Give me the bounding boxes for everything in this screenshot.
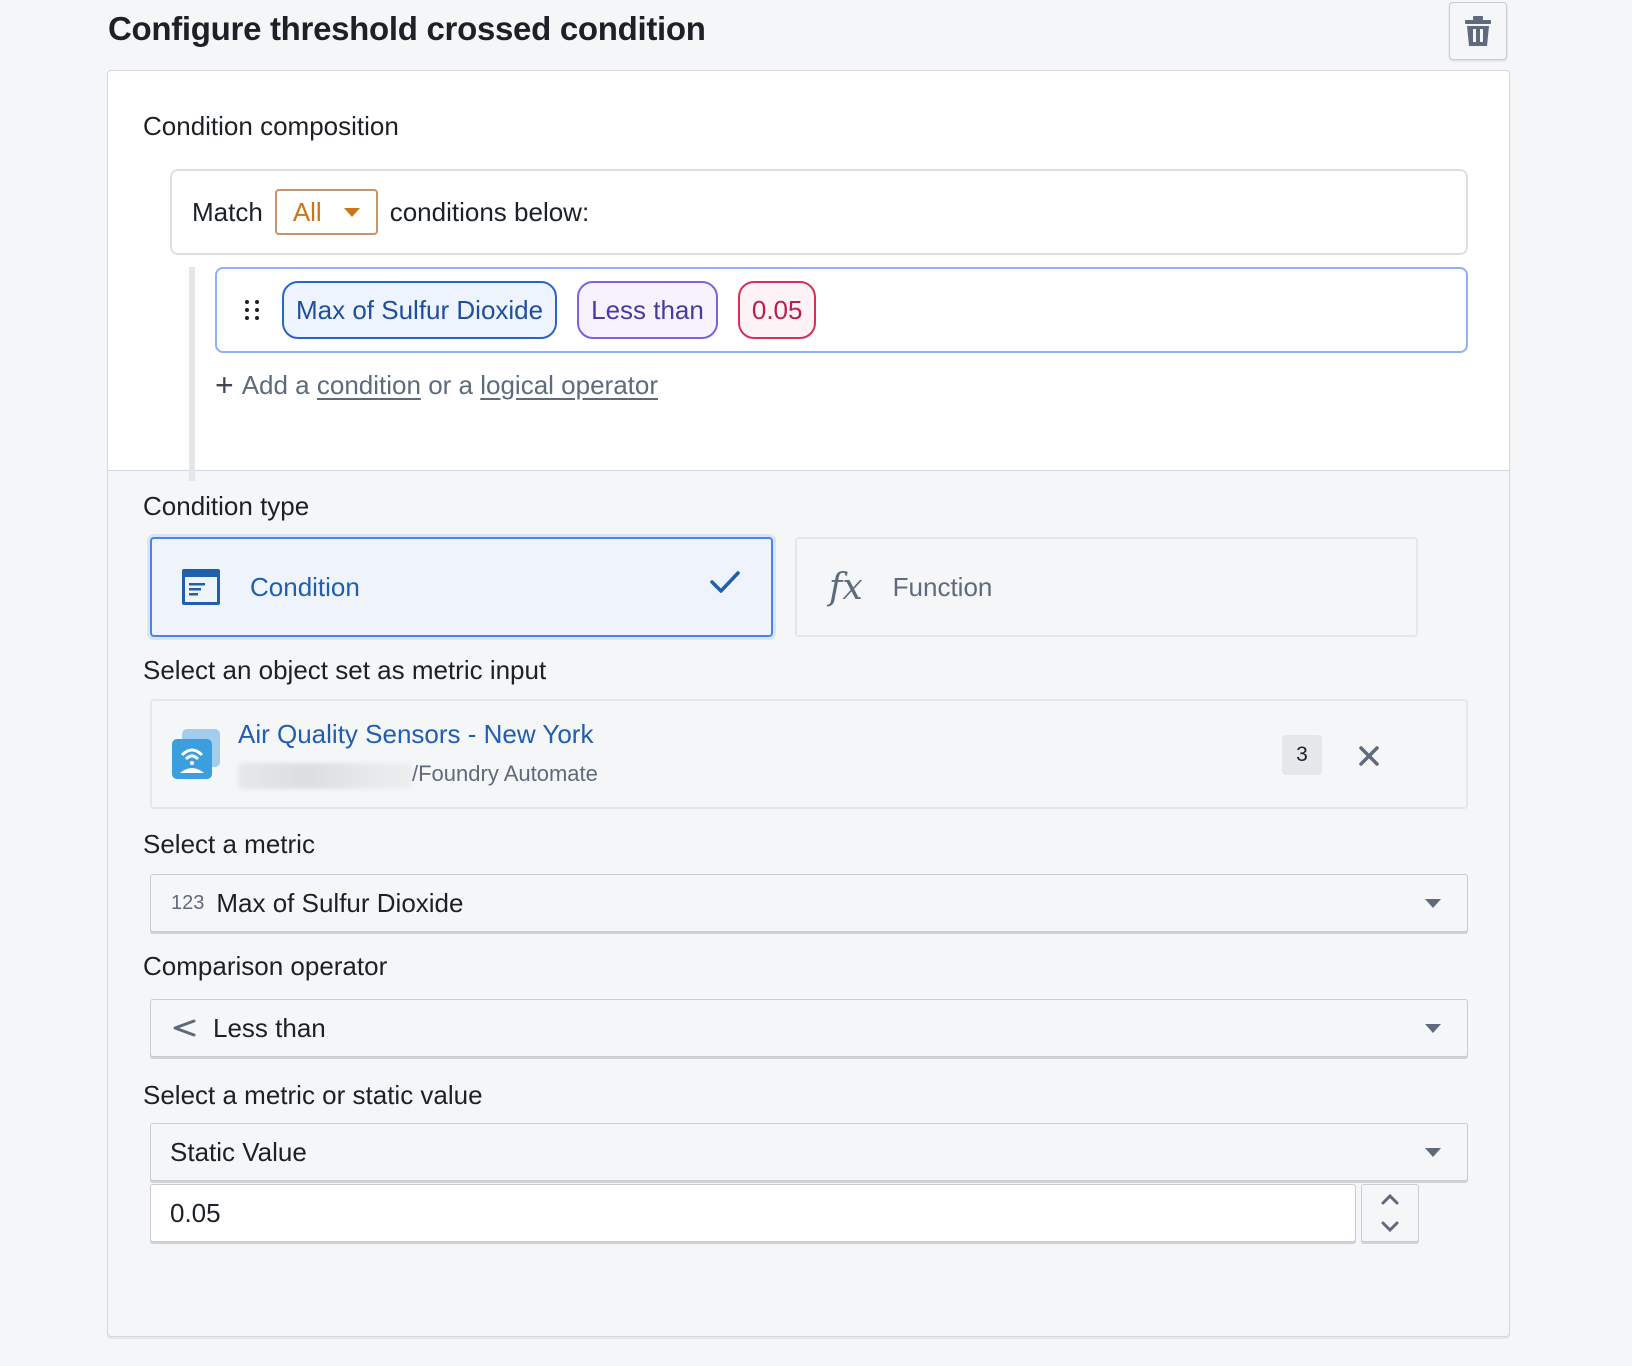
object-set-path: /Foundry Automate	[412, 761, 598, 786]
chevron-down-icon	[1381, 1221, 1399, 1233]
delete-condition-button[interactable]	[1449, 2, 1507, 60]
function-fx-icon: fx	[829, 566, 863, 608]
composition-label: Condition composition	[143, 111, 399, 141]
match-row: Match All conditions below:	[170, 169, 1468, 255]
close-icon	[1359, 746, 1379, 766]
condition-type-label: Condition type	[143, 491, 310, 521]
static-value-text: 0.05	[170, 1197, 221, 1228]
object-set-label: Select an object set as metric input	[143, 655, 547, 685]
value-mode-select[interactable]: Static Value	[150, 1123, 1468, 1181]
caret-down-icon	[1425, 899, 1441, 908]
condition-type-condition-label: Condition	[250, 571, 360, 602]
decrement-button[interactable]	[1362, 1213, 1418, 1241]
sensor-object-icon	[172, 729, 220, 779]
caret-down-icon	[1425, 1024, 1441, 1033]
remove-object-set-button[interactable]	[1352, 739, 1386, 773]
numeric-type-icon: 123	[171, 891, 205, 914]
chevron-up-icon	[1381, 1193, 1399, 1205]
operator-label: Comparison operator	[143, 951, 388, 981]
value-mode-select-value: Static Value	[170, 1136, 307, 1167]
composition-section: Condition composition Match All conditio…	[108, 71, 1509, 481]
redacted-path	[238, 763, 412, 789]
condition-type-condition[interactable]: Condition	[150, 537, 773, 637]
drag-handle-icon[interactable]	[245, 300, 260, 320]
operator-pill[interactable]: Less than	[577, 281, 718, 339]
trash-icon	[1465, 16, 1491, 46]
match-mode-value: All	[292, 196, 322, 227]
match-suffix: conditions below:	[389, 196, 590, 227]
metric-select-value: Max of Sulfur Dioxide	[216, 887, 464, 918]
add-middle: or a	[428, 369, 473, 400]
object-set-card[interactable]: Air Quality Sensors - New York /Foundry …	[150, 699, 1468, 809]
metric-label: Select a metric	[143, 829, 315, 859]
caret-down-icon	[1425, 1148, 1441, 1157]
increment-button[interactable]	[1362, 1185, 1418, 1213]
add-condition-row: + Add a condition or a logical operator	[215, 369, 658, 401]
value-stepper[interactable]	[1361, 1184, 1419, 1242]
operator-select[interactable]: Less than	[150, 999, 1468, 1057]
match-mode-select[interactable]: All	[274, 189, 378, 235]
plus-icon: +	[215, 367, 234, 403]
add-prefix: Add a	[241, 369, 310, 400]
add-logical-operator-link[interactable]: logical operator	[480, 370, 658, 401]
condition-icon	[182, 569, 220, 605]
operator-select-value: Less than	[213, 1012, 326, 1043]
condition-type-function-label: Function	[892, 571, 993, 602]
value-pill[interactable]: 0.05	[737, 281, 817, 339]
add-condition-link[interactable]: condition	[317, 370, 421, 401]
object-set-name[interactable]: Air Quality Sensors - New York	[238, 719, 593, 750]
condition-type-function[interactable]: fx Function	[795, 537, 1418, 637]
condition-group-rail	[189, 267, 195, 481]
condition-config-panel: Condition composition Match All conditio…	[107, 70, 1510, 1337]
condition-row[interactable]: Max of Sulfur Dioxide Less than 0.05	[215, 267, 1468, 353]
less-than-icon	[173, 1019, 196, 1037]
match-prefix: Match	[192, 196, 263, 227]
metric-pill[interactable]: Max of Sulfur Dioxide	[282, 281, 558, 339]
static-value-input[interactable]: 0.05	[150, 1184, 1356, 1242]
comparison-value-label: Select a metric or static value	[143, 1080, 483, 1110]
metric-select[interactable]: 123 Max of Sulfur Dioxide	[150, 874, 1468, 932]
object-count-badge: 3	[1282, 735, 1322, 775]
caret-down-icon	[343, 207, 360, 217]
check-icon	[710, 571, 740, 593]
page-title: Configure threshold crossed condition	[108, 10, 706, 47]
